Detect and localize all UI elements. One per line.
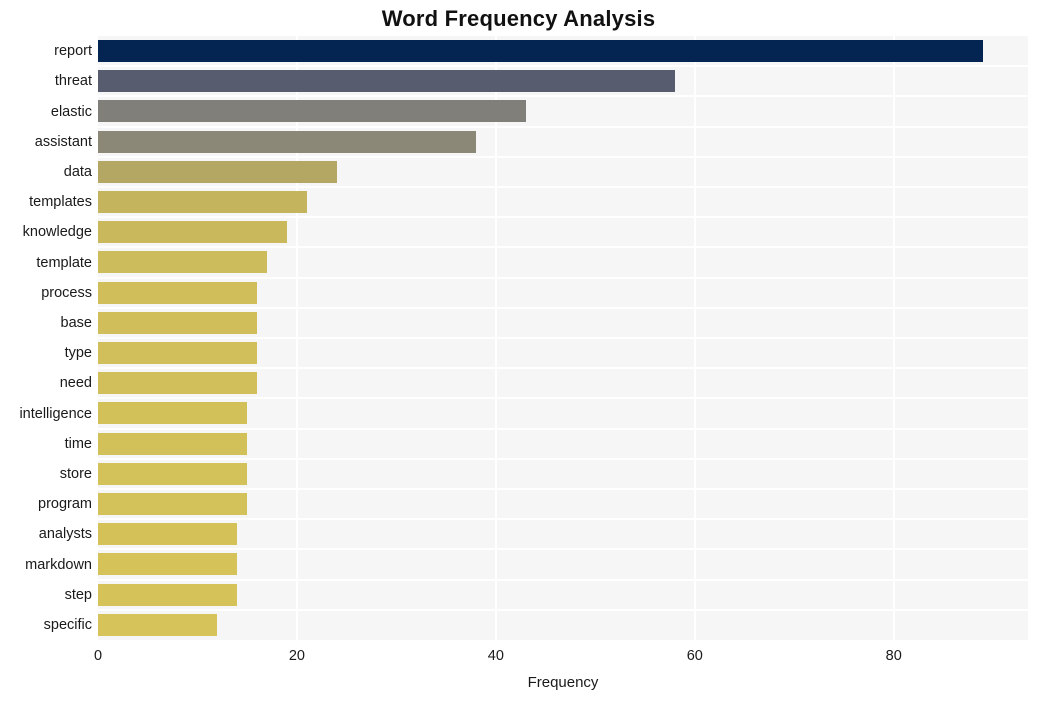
- y-axis-tick-label: specific: [43, 616, 92, 633]
- x-axis-tick-label: 80: [885, 648, 902, 664]
- bar-row: [98, 36, 1028, 66]
- bar-row: [98, 187, 1028, 217]
- bar: [98, 160, 337, 183]
- y-axis-tick-label: base: [60, 314, 92, 331]
- y-axis-tick-label: assistant: [34, 133, 92, 150]
- bar-row: [98, 127, 1028, 157]
- y-axis-tick-label: threat: [54, 73, 92, 90]
- bar-row: [98, 368, 1028, 398]
- bar: [98, 462, 248, 485]
- bar-row: [98, 66, 1028, 96]
- y-axis-tick-label: step: [64, 586, 92, 603]
- y-axis-tick-label: data: [63, 163, 92, 180]
- bar: [98, 583, 238, 606]
- bar-row: [98, 278, 1028, 308]
- y-axis-tick-label: markdown: [25, 556, 92, 573]
- bar-row: [98, 398, 1028, 428]
- x-axis-title: Frequency: [527, 674, 599, 691]
- y-axis-tick-labels: report threat elastic assistant data template…: [0, 36, 92, 640]
- bar-row: [98, 610, 1028, 640]
- word-frequency-chart: Word Frequency Analysis report threat elas…: [0, 0, 1037, 701]
- bar-row: [98, 217, 1028, 247]
- bar-row: [98, 157, 1028, 187]
- bar: [98, 523, 238, 546]
- bar: [98, 493, 248, 516]
- bar-row: [98, 459, 1028, 489]
- bar: [98, 432, 248, 455]
- y-axis-tick-label: store: [59, 465, 92, 482]
- bar-row: [98, 489, 1028, 519]
- bar: [98, 130, 476, 153]
- bar-row: [98, 247, 1028, 277]
- bar-row: [98, 338, 1028, 368]
- y-axis-tick-label: process: [41, 284, 92, 301]
- y-axis-tick-label: knowledge: [22, 224, 92, 241]
- bar-row: [98, 96, 1028, 126]
- bar: [98, 372, 258, 395]
- y-axis-tick-label: analysts: [38, 526, 92, 543]
- x-axis-tick-label: 0: [93, 648, 103, 664]
- y-axis-tick-label: need: [59, 375, 92, 392]
- bar-row: [98, 429, 1028, 459]
- bar: [98, 402, 248, 425]
- plot-area: [98, 36, 1028, 640]
- bar: [98, 191, 307, 214]
- bar-row: [98, 549, 1028, 579]
- bar: [98, 281, 258, 304]
- x-axis-tick-label: 40: [487, 648, 504, 664]
- bar: [98, 342, 258, 365]
- y-axis-tick-label: intelligence: [19, 405, 92, 422]
- bar: [98, 311, 258, 334]
- bar-row: [98, 308, 1028, 338]
- y-axis-tick-label: template: [36, 254, 92, 271]
- y-axis-tick-label: report: [54, 43, 92, 60]
- chart-title: Word Frequency Analysis: [381, 6, 656, 31]
- y-axis-tick-label: elastic: [50, 103, 92, 120]
- x-axis-tick-label: 60: [686, 648, 703, 664]
- bar: [98, 251, 268, 274]
- bar-row: [98, 580, 1028, 610]
- bar: [98, 100, 526, 123]
- bar: [98, 221, 287, 244]
- y-axis-tick-label: templates: [29, 194, 92, 211]
- bar: [98, 553, 238, 576]
- y-axis-tick-label: program: [38, 496, 92, 513]
- y-axis-tick-label: time: [64, 435, 92, 452]
- x-axis-tick-label: 20: [288, 648, 305, 664]
- bar-row: [98, 519, 1028, 549]
- x-axis-tick-labels: 0 20 40 60 80: [0, 648, 1037, 670]
- bar: [98, 613, 218, 636]
- y-axis-tick-label: type: [64, 345, 92, 362]
- bar: [98, 40, 984, 63]
- bar: [98, 70, 675, 93]
